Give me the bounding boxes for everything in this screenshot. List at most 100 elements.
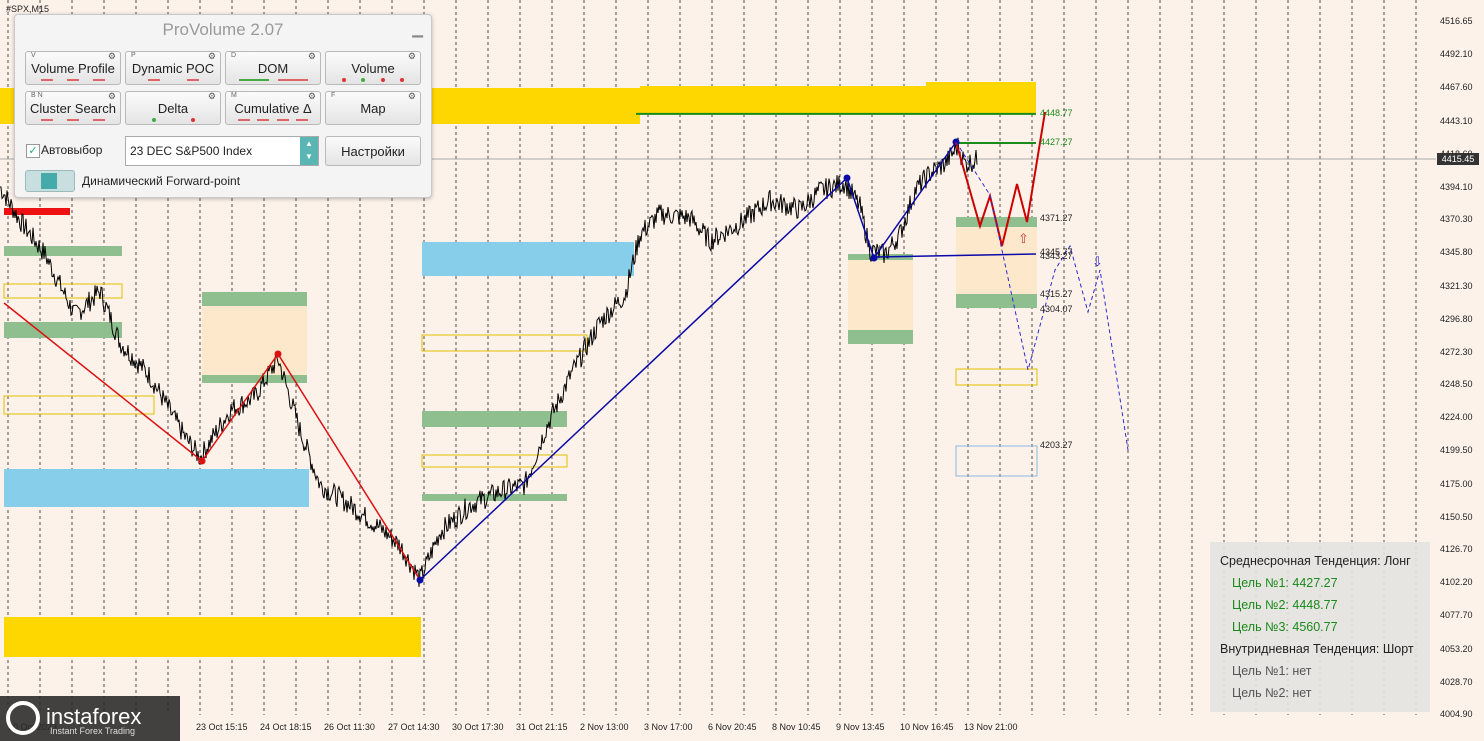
symbol-label: #SPX,M15 [6,4,50,14]
pivot-red-1 [198,457,206,465]
x-tick-label: 27 Oct 14:30 [388,722,440,732]
gear-icon[interactable]: ⚙ [108,51,116,62]
green-zone-10 [956,294,1037,308]
gear-icon[interactable]: ⚙ [308,51,316,62]
y-tick-label: 4394.10 [1440,181,1473,192]
x-tick-label: 24 Oct 18:15 [260,722,312,732]
pivot-blue-3 [870,254,878,262]
auto-select-label: Автовыбор [41,143,103,157]
pivot-red-2 [274,350,282,358]
minimize-icon[interactable]: ▁ [412,21,423,38]
provolume-panel: ProVolume 2.07 ▁ V ⚙ Volume Profile P ⚙ Dy… [14,14,432,198]
gear-icon[interactable]: ⚙ [108,91,116,102]
panel-title: ProVolume 2.07 [162,20,284,39]
y-tick-label: 4467.60 [1440,82,1473,93]
yellow-outline-4 [421,454,568,468]
volume-profile-button[interactable]: V ⚙ Volume Profile [25,51,121,85]
y-tick-label: 4321.30 [1440,280,1473,291]
dynamic-poc-button[interactable]: P ⚙ Dynamic POC [125,51,221,85]
auto-select-checkbox[interactable]: ✓ [26,144,40,158]
level-label: 4343.27 [1040,250,1073,261]
level-label: 4315.27 [1040,288,1073,299]
instaforex-logo: instaforex Instant Forex Trading [0,696,180,741]
green-zone-3 [202,292,307,306]
dom-button[interactable]: D ⚙ DOM [225,51,321,85]
yellow-outline-5 [955,368,1038,386]
y-tick-label: 4004.90 [1440,709,1473,719]
price-series [0,137,978,587]
price-axis: 4516.654492.104467.604443.104418.604394.… [1436,0,1484,741]
gear-icon[interactable]: ⚙ [408,91,416,102]
logo-icon [6,701,40,735]
y-tick-label: 4272.30 [1440,346,1473,357]
sky-zone-mid [422,242,634,276]
y-tick-label: 4077.70 [1440,610,1473,621]
y-tick-label: 4296.80 [1440,313,1473,324]
cluster-search-button[interactable]: B N ⚙ Cluster Search [25,91,121,125]
y-tick-label: 4053.20 [1440,643,1473,654]
x-tick-label: 3 Nov 17:00 [644,722,693,732]
up-arrow-icon: ⇧ [1018,231,1029,246]
map-button[interactable]: F ⚙ Map [325,91,421,125]
gold-zone-right-cap [926,82,1036,112]
y-tick-label: 4248.50 [1440,379,1473,390]
level-label: 4448.77 [1040,107,1073,118]
forward-point-label: Динамический Forward-point [82,174,241,188]
intra-trend-label: Внутридневная Тенденция: Шорт [1220,642,1414,656]
y-tick-label: 4199.50 [1440,445,1473,456]
gear-icon[interactable]: ⚙ [408,51,416,62]
y-tick-label: 4224.00 [1440,412,1473,423]
x-tick-label: 26 Oct 11:30 [324,722,375,732]
forward-point-toggle[interactable] [25,170,75,192]
mid-target-3: Цель №3: 4560.77 [1232,620,1338,634]
gear-icon[interactable]: ⚙ [308,91,316,102]
y-tick-label: 4345.80 [1440,247,1473,258]
instrument-select[interactable]: 23 DEC S&P500 Index ▲ ▼ [125,136,319,166]
x-tick-label: 31 Oct 21:15 [516,722,568,732]
pivot-blue-1 [416,576,424,584]
current-price-tag: 4415.45 [1437,153,1479,165]
x-tick-label: 13 Nov 21:00 [964,722,1018,732]
trend-info-box: Среднесрочная Тенденция: Лонг Цель №1: 4… [1210,542,1430,712]
x-tick-label: 2 Nov 13:00 [580,722,629,732]
x-tick-label: 30 Oct 17:30 [452,722,504,732]
green-zone-5 [422,411,567,427]
gear-icon[interactable]: ⚙ [208,51,216,62]
pivot-blue-2 [843,174,851,182]
volume-button[interactable]: ⚙ Volume [325,51,421,85]
y-tick-label: 4516.65 [1440,16,1473,26]
peach-zone-1 [202,298,307,378]
intra-target-1: Цель №1: нет [1232,664,1312,678]
y-tick-label: 4150.50 [1440,511,1473,522]
y-tick-label: 4102.20 [1440,577,1473,588]
level-label: 4203.27 [1040,440,1073,451]
x-tick-label: 23 Oct 15:15 [196,722,248,732]
select-arrows-icon[interactable]: ▲ ▼ [300,137,318,165]
green-zone-1 [4,246,122,256]
x-tick-label: 9 Nov 13:45 [836,722,885,732]
settings-button[interactable]: Настройки [325,136,421,166]
yellow-outline-3 [421,334,588,352]
intra-target-2: Цель №2: нет [1232,686,1312,700]
gold-zone-bottom [4,617,421,657]
delta-button[interactable]: ⚙ Delta [125,91,221,125]
y-tick-label: 4126.70 [1440,544,1473,555]
level-label: 4427.27 [1040,137,1073,148]
y-tick-label: 4443.10 [1440,115,1473,126]
y-tick-label: 4175.00 [1440,478,1473,489]
y-tick-label: 4370.30 [1440,214,1473,225]
green-zone-2 [4,322,122,338]
mid-target-2: Цель №2: 4448.77 [1232,598,1338,612]
sky-zone-left [4,469,309,507]
price-line [0,137,978,587]
mid-target-1: Цель №1: 4427.27 [1232,576,1338,590]
blue-trend [419,141,957,581]
green-zone-8 [848,330,913,344]
mid-trend-label: Среднесрочная Тенденция: Лонг [1220,554,1411,568]
target-levels [636,112,1036,145]
gear-icon[interactable]: ⚙ [208,91,216,102]
cumulative-delta-button[interactable]: M ⚙ Cumulative Δ [225,91,321,125]
peach-zone-2 [848,256,913,332]
x-tick-label: 10 Nov 16:45 [900,722,954,732]
x-tick-label: 6 Nov 20:45 [708,722,757,732]
